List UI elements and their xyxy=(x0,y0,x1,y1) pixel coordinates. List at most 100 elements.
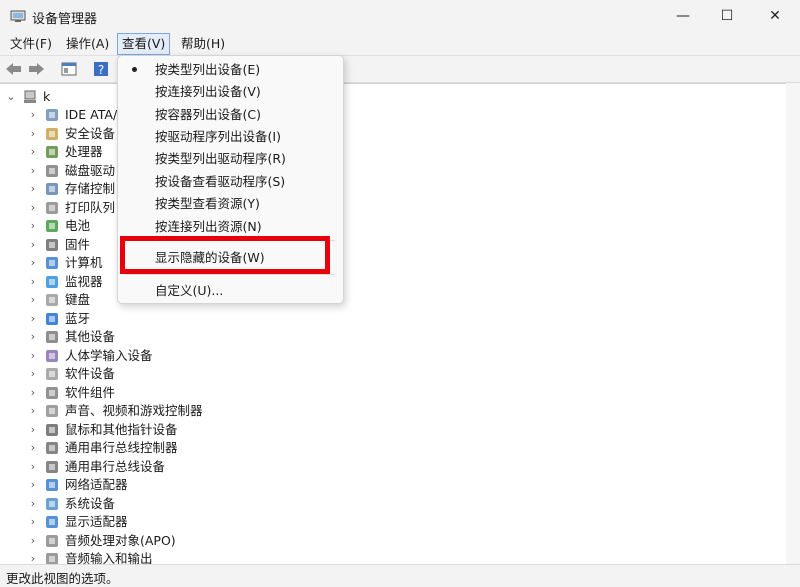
tree-item-label: 打印队列 xyxy=(65,199,116,215)
tree-item-label: 网络适配器 xyxy=(65,477,128,492)
tree-item-label: 计算机 xyxy=(65,255,103,270)
tree-item[interactable]: › 固件 xyxy=(28,236,90,254)
tree-item-label: IDE ATA/ xyxy=(65,107,118,122)
close-button[interactable]: ✕ xyxy=(752,0,798,32)
highlight-annotation-box xyxy=(120,236,330,274)
tree-item[interactable]: › 键盘 xyxy=(28,291,90,309)
menu-item-list-devices-by-type[interactable]: 按类型列出设备(E) xyxy=(118,59,343,81)
chevron-right-icon[interactable]: › xyxy=(28,402,38,420)
title-bar[interactable]: 设备管理器 — ☐ ✕ xyxy=(0,0,800,32)
chevron-right-icon[interactable]: › xyxy=(28,458,38,476)
chevron-right-icon[interactable]: › xyxy=(28,106,38,124)
svg-text:?: ? xyxy=(98,63,104,77)
tree-item[interactable]: › 其他设备 xyxy=(28,328,115,346)
storage-controller-icon xyxy=(44,181,60,197)
minimize-button[interactable]: — xyxy=(660,0,706,32)
network-adapter-icon xyxy=(44,477,60,493)
tree-item[interactable]: › 声音、视频和游戏控制器 xyxy=(28,402,203,420)
chevron-right-icon[interactable]: › xyxy=(28,254,38,272)
menu-item-view-drivers-by-device[interactable]: 按设备查看驱动程序(S) xyxy=(118,171,343,193)
menu-item-list-devices-by-container[interactable]: 按容器列出设备(C) xyxy=(118,104,343,126)
forward-arrow-icon xyxy=(29,63,44,75)
chevron-right-icon[interactable]: › xyxy=(28,143,38,161)
menu-item-list-drivers-by-type[interactable]: 按类型列出驱动程序(R) xyxy=(118,148,343,170)
menu-item-label: 按容器列出设备(C) xyxy=(155,107,261,122)
chevron-right-icon[interactable]: › xyxy=(28,162,38,180)
tree-item[interactable]: › 蓝牙 xyxy=(28,310,90,328)
chevron-right-icon[interactable]: › xyxy=(28,236,38,254)
tree-item-label: 音频输入和输出 xyxy=(65,551,153,564)
menu-view[interactable]: 查看(V) xyxy=(117,33,171,55)
help-button[interactable]: ? xyxy=(92,60,110,78)
chevron-right-icon[interactable]: › xyxy=(28,532,38,550)
chevron-right-icon[interactable]: › xyxy=(28,439,38,457)
chevron-right-icon[interactable]: › xyxy=(28,421,38,439)
tree-item[interactable]: › 音频处理对象(APO) xyxy=(28,532,176,550)
tree-root[interactable]: ⌄ k xyxy=(6,88,50,106)
tree-item[interactable]: › 磁盘驱动 xyxy=(28,162,115,180)
tree-item-label: 系统设备 xyxy=(65,495,116,511)
chevron-right-icon[interactable]: › xyxy=(28,347,38,365)
chevron-right-icon[interactable]: › xyxy=(28,273,38,291)
tree-item[interactable]: › 网络适配器 xyxy=(28,476,128,494)
chevron-right-icon[interactable]: › xyxy=(28,125,38,143)
tree-item[interactable]: › 系统设备 xyxy=(28,495,115,513)
chevron-right-icon[interactable]: › xyxy=(28,384,38,402)
chevron-right-icon[interactable]: › xyxy=(28,199,38,217)
menu-action[interactable]: 操作(A) xyxy=(62,34,113,54)
tree-item-label: 通用串行总线控制器 xyxy=(65,440,178,455)
tree-item-label: 处理器 xyxy=(65,144,103,159)
chevron-right-icon[interactable]: › xyxy=(28,180,38,198)
menu-item-resources-by-type[interactable]: 按类型查看资源(Y) xyxy=(118,193,343,215)
chevron-right-icon[interactable]: › xyxy=(28,310,38,328)
menu-file[interactable]: 文件(F) xyxy=(6,34,56,54)
chevron-down-icon[interactable]: ⌄ xyxy=(6,88,16,106)
system-device-icon xyxy=(44,496,60,512)
tree-item[interactable]: › 通用串行总线设备 xyxy=(28,458,165,476)
chevron-right-icon[interactable]: › xyxy=(28,550,38,564)
vertical-scrollbar[interactable] xyxy=(786,83,800,563)
tree-item[interactable]: › 监视器 xyxy=(28,273,103,291)
chevron-right-icon[interactable]: › xyxy=(28,476,38,494)
tree-item[interactable]: › 电池 xyxy=(28,217,90,235)
chevron-right-icon[interactable]: › xyxy=(28,495,38,513)
hid-icon xyxy=(44,348,60,364)
menu-item-list-devices-by-connection[interactable]: 按连接列出设备(V) xyxy=(118,81,343,103)
maximize-button[interactable]: ☐ xyxy=(704,0,750,32)
tree-item[interactable]: › 软件组件 xyxy=(28,384,115,402)
keyboard-icon xyxy=(44,292,60,308)
tree-item[interactable]: › 音频输入和输出 xyxy=(28,550,153,564)
chevron-right-icon[interactable]: › xyxy=(28,328,38,346)
tree-item[interactable]: › 通用串行总线控制器 xyxy=(28,439,178,457)
menu-item-label: 按类型查看资源(Y) xyxy=(155,196,260,211)
forward-button[interactable] xyxy=(27,60,45,78)
tree-item-label: 键盘 xyxy=(65,292,91,307)
tree-item[interactable]: › 鼠标和其他指针设备 xyxy=(28,421,178,439)
chevron-right-icon[interactable]: › xyxy=(28,513,38,531)
tree-item[interactable]: › 人体学输入设备 xyxy=(28,347,153,365)
menu-item-resources-by-connection[interactable]: 按连接列出资源(N) xyxy=(118,216,343,238)
back-button[interactable] xyxy=(5,60,23,78)
menu-help[interactable]: 帮助(H) xyxy=(177,34,229,54)
tree-item[interactable]: › 显示适配器 xyxy=(28,513,128,531)
audio-icon xyxy=(44,403,60,419)
tree-item-label: 音频处理对象(APO) xyxy=(65,532,176,548)
tree-item[interactable]: › 处理器 xyxy=(28,143,103,161)
tree-item[interactable]: › 计算机 xyxy=(28,254,103,272)
tree-item[interactable]: › 安全设备 xyxy=(28,125,115,143)
menu-item-list-devices-by-driver[interactable]: 按驱动程序列出设备(I) xyxy=(118,126,343,148)
tree-item[interactable]: › 打印队列 xyxy=(28,199,115,217)
chevron-right-icon[interactable]: › xyxy=(28,217,38,235)
tree-item[interactable]: › IDE ATA/ xyxy=(28,106,117,124)
menu-item-customize[interactable]: 自定义(U)... xyxy=(118,280,343,302)
checked-bullet-icon xyxy=(132,67,137,72)
tree-item[interactable]: › 存储控制 xyxy=(28,180,115,198)
minimize-icon: — xyxy=(676,8,690,24)
tree-item-label: 存储控制 xyxy=(65,181,116,196)
tree-item[interactable]: › 软件设备 xyxy=(28,365,115,383)
properties-button[interactable] xyxy=(60,60,78,78)
window-title: 设备管理器 xyxy=(32,12,98,27)
status-text: 更改此视图的选项。 xyxy=(6,571,119,586)
chevron-right-icon[interactable]: › xyxy=(28,291,38,309)
chevron-right-icon[interactable]: › xyxy=(28,365,38,383)
